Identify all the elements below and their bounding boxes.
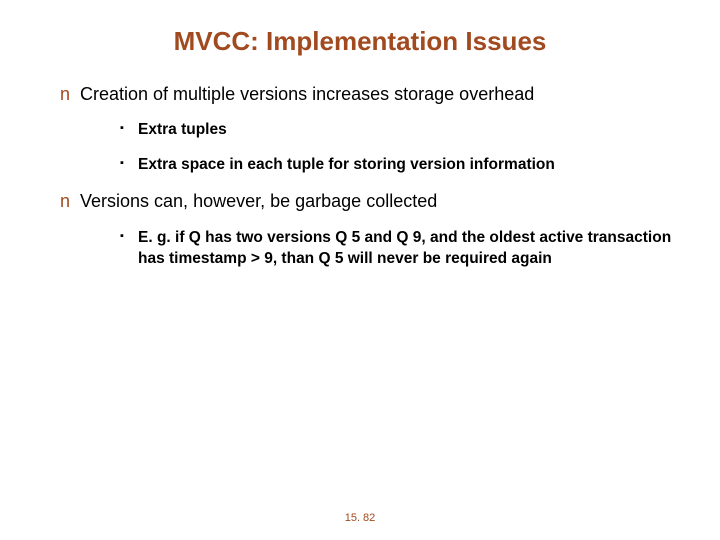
bullet-1-sub-1: ▪ Extra tuples (120, 120, 690, 141)
slide-number: 15. 82 (0, 512, 720, 524)
bullet-1-sub-2: ▪ Extra space in each tuple for storing … (120, 155, 690, 176)
bullet-marker: n (60, 190, 80, 213)
slide-title: MVCC: Implementation Issues (30, 26, 690, 57)
sub-bullet-text: E. g. if Q has two versions Q 5 and Q 9,… (138, 228, 690, 270)
bullet-2-sub-1: ▪ E. g. if Q has two versions Q 5 and Q … (120, 228, 690, 270)
bullet-1: n Creation of multiple versions increase… (60, 83, 690, 106)
bullet-text: Versions can, however, be garbage collec… (80, 190, 437, 213)
sub-bullet-marker: ▪ (120, 228, 138, 246)
bullet-2: n Versions can, however, be garbage coll… (60, 190, 690, 213)
bullet-marker: n (60, 83, 80, 106)
sub-bullet-text: Extra space in each tuple for storing ve… (138, 155, 555, 176)
sub-bullet-marker: ▪ (120, 155, 138, 173)
bullet-text: Creation of multiple versions increases … (80, 83, 534, 106)
sub-bullet-marker: ▪ (120, 120, 138, 138)
sub-bullet-text: Extra tuples (138, 120, 227, 141)
